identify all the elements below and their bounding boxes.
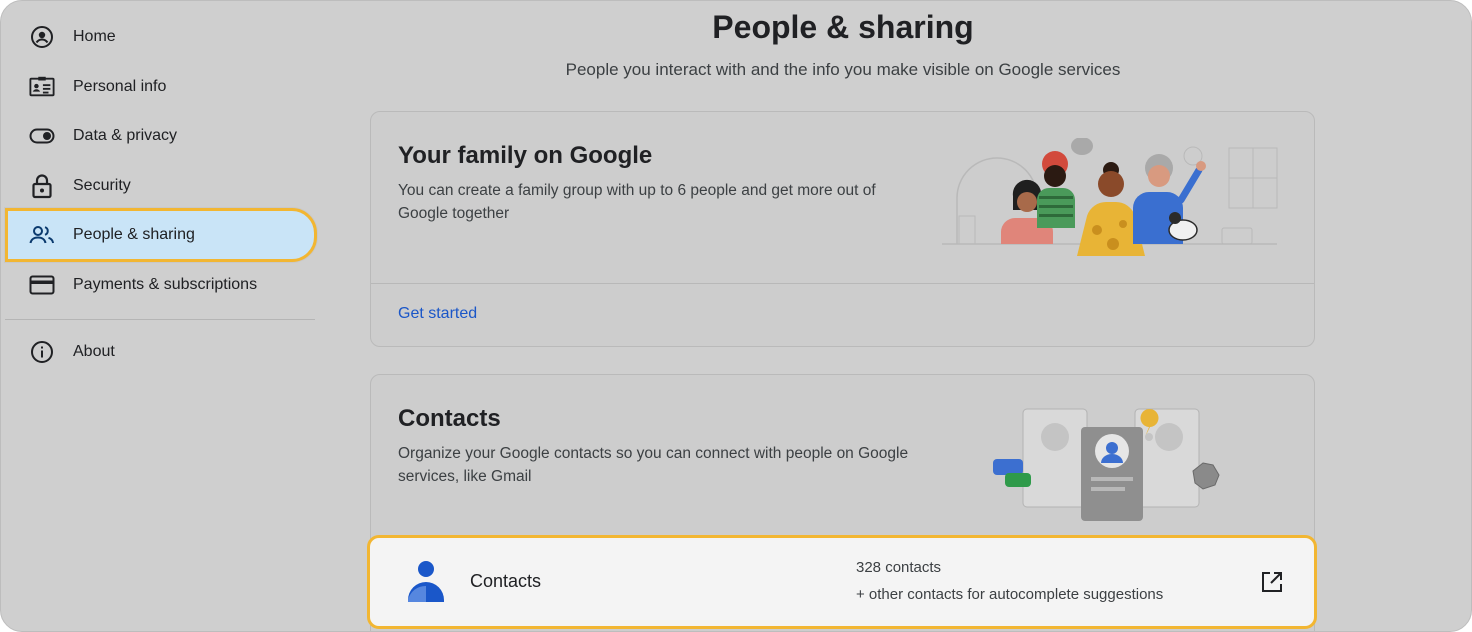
- person-icon: [406, 558, 450, 606]
- family-card-divider: [371, 283, 1314, 284]
- toggle-icon: [29, 123, 55, 149]
- sidebar-item-label: Home: [73, 28, 116, 45]
- contacts-card-title: Contacts: [398, 405, 501, 432]
- sidebar-item-label: Security: [73, 177, 131, 194]
- sidebar-item-label: People & sharing: [73, 226, 195, 243]
- get-started-link[interactable]: Get started: [398, 305, 477, 323]
- family-card-description: You can create a family group with up to…: [398, 182, 876, 222]
- contacts-autocomplete-note: + other contacts for autocomplete sugges…: [856, 586, 1164, 603]
- account-circle-icon: [29, 24, 55, 50]
- page-subtitle: People you interact with and the info yo…: [565, 60, 1121, 79]
- credit-card-icon: [29, 272, 55, 298]
- app-window: Home Personal info Data & privacy Securi…: [0, 0, 1472, 632]
- people-icon: [29, 222, 55, 248]
- contacts-count: 328 contacts: [856, 559, 942, 576]
- sidebar-divider: [5, 319, 315, 320]
- sidebar-nav: Home Personal info Data & privacy Securi…: [1, 1, 319, 631]
- lock-icon: [29, 173, 55, 199]
- sidebar-item-personal-info[interactable]: Personal info: [5, 62, 317, 112]
- sidebar-item-people-sharing[interactable]: People & sharing: [5, 208, 317, 262]
- sidebar-item-label: Data & privacy: [73, 127, 178, 144]
- contacts-row[interactable]: Contacts 328 contacts + other contacts f…: [367, 535, 1317, 629]
- contacts-cards-illustration: [993, 408, 1220, 521]
- sidebar-item-label: Payments & subscriptions: [73, 276, 258, 293]
- sidebar-item-data-privacy[interactable]: Data & privacy: [5, 111, 317, 161]
- id-card-icon: [29, 74, 55, 100]
- page-title: People & sharing: [712, 9, 974, 45]
- sidebar-item-label: Personal info: [73, 78, 167, 95]
- contacts-row-label: Contacts: [470, 571, 542, 591]
- info-icon: [29, 339, 55, 365]
- sidebar-item-label: About: [73, 343, 115, 360]
- contacts-card-description: Organize your Google contacts so you can…: [398, 445, 909, 485]
- family-card: Your family on Google You can create a f…: [370, 111, 1315, 347]
- sidebar-item-about[interactable]: About: [5, 327, 317, 377]
- sidebar-item-payments[interactable]: Payments & subscriptions: [5, 260, 317, 310]
- sidebar-item-home[interactable]: Home: [5, 12, 317, 62]
- open-in-new-icon[interactable]: [1260, 570, 1284, 594]
- sidebar-item-security[interactable]: Security: [5, 161, 317, 211]
- family-card-title: Your family on Google: [398, 142, 653, 169]
- family-group-illustration: [942, 138, 1278, 256]
